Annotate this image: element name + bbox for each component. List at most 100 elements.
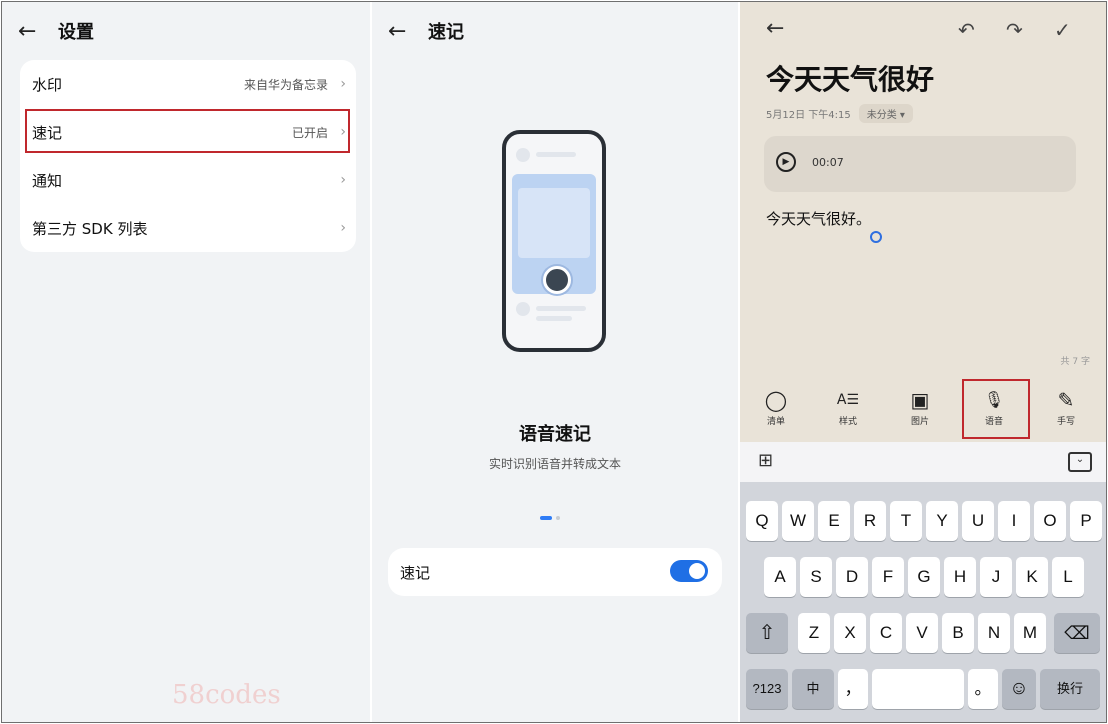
- voice-highlight-box: [962, 379, 1030, 439]
- keyboard-toolbar: ⊞ ⌄: [740, 442, 1106, 482]
- note-body[interactable]: 今天天气很好。: [766, 208, 871, 229]
- page-dot: [556, 516, 560, 520]
- settings-row-notification[interactable]: 通知 ›: [20, 156, 356, 204]
- quicknote-title: 速记: [428, 22, 464, 43]
- key-b[interactable]: B: [942, 613, 974, 653]
- image-icon: ▣: [910, 388, 930, 412]
- feature-title: 语音速记: [519, 424, 591, 445]
- key-r[interactable]: R: [854, 501, 886, 541]
- key-p[interactable]: P: [1070, 501, 1102, 541]
- quicknote-panel: ← 速记 语音速记 实时识别语音并转成文本 速记: [372, 2, 738, 722]
- key-u[interactable]: U: [962, 501, 994, 541]
- key-j[interactable]: J: [980, 557, 1012, 597]
- key-i[interactable]: I: [998, 501, 1030, 541]
- settings-header: ← 设置: [18, 16, 94, 46]
- undo-icon[interactable]: ↶: [958, 18, 975, 42]
- note-meta: 5月12日 下午4:15 未分类 ▾: [766, 104, 913, 123]
- language-key[interactable]: 中: [792, 669, 834, 709]
- note-date: 5月12日 下午4:15: [766, 110, 851, 121]
- note-title[interactable]: 今天天气很好: [766, 58, 934, 98]
- category-dropdown[interactable]: 未分类 ▾: [858, 104, 913, 123]
- record-button-icon: [543, 266, 571, 294]
- tool-label: 清单: [766, 417, 785, 427]
- editor-toolbar: ◯ 清单 A☰ 样式 ▣ 图片 🎙 语音 ✎ 手写: [740, 386, 1106, 438]
- redo-icon[interactable]: ↷: [1006, 18, 1023, 42]
- back-arrow-icon[interactable]: ←: [388, 19, 422, 44]
- key-o[interactable]: O: [1034, 501, 1066, 541]
- page-indicator: [540, 516, 560, 520]
- audio-duration: 00:07: [812, 156, 844, 169]
- settings-row-sdk-list[interactable]: 第三方 SDK 列表 ›: [20, 204, 356, 252]
- key-s[interactable]: S: [800, 557, 832, 597]
- key-a[interactable]: A: [764, 557, 796, 597]
- pen-icon: ✎: [1057, 388, 1075, 412]
- delete-key[interactable]: ⌫: [1054, 613, 1100, 653]
- key-d[interactable]: D: [836, 557, 868, 597]
- enter-key[interactable]: 换行: [1040, 669, 1100, 709]
- row-value: 来自华为备忘录: [243, 77, 328, 92]
- screenshot-frame: ← 设置 水印 来自华为备忘录 › 速记 已开启 › 通知 › 第三方 SDK …: [1, 1, 1107, 723]
- key-y[interactable]: Y: [926, 501, 958, 541]
- chevron-right-icon: ›: [340, 220, 346, 236]
- grid-icon[interactable]: ⊞: [758, 450, 773, 471]
- key-l[interactable]: L: [1052, 557, 1084, 597]
- row-label: 第三方 SDK 列表: [32, 219, 148, 238]
- row-label: 通知: [32, 171, 63, 190]
- word-count: 共 7 字: [1060, 357, 1090, 367]
- image-button[interactable]: ▣ 图片: [892, 386, 948, 438]
- quicknote-highlight-box: [25, 109, 350, 153]
- numbers-key[interactable]: ?123: [746, 669, 788, 709]
- emoji-key[interactable]: ☺: [1002, 669, 1036, 709]
- key-c[interactable]: C: [870, 613, 902, 653]
- settings-row-watermark[interactable]: 水印 来自华为备忘录 ›: [20, 60, 356, 108]
- key-n[interactable]: N: [978, 613, 1010, 653]
- play-icon[interactable]: ▶: [776, 152, 796, 172]
- key-h[interactable]: H: [944, 557, 976, 597]
- key-g[interactable]: G: [908, 557, 940, 597]
- key-q[interactable]: Q: [746, 501, 778, 541]
- toggle-label: 速记: [400, 564, 431, 582]
- key-k[interactable]: K: [1016, 557, 1048, 597]
- editor-topbar: ← ↶ ↷ ✓: [740, 16, 1106, 46]
- quicknote-header: ← 速记: [388, 16, 464, 46]
- key-t[interactable]: T: [890, 501, 922, 541]
- audio-clip[interactable]: ▶ 00:07: [764, 136, 1076, 192]
- style-button[interactable]: A☰ 样式: [820, 386, 876, 438]
- handwriting-button[interactable]: ✎ 手写: [1038, 386, 1094, 438]
- chevron-right-icon: ›: [340, 76, 346, 92]
- quicknote-toggle-row: 速记: [388, 548, 722, 596]
- collapse-keyboard-icon[interactable]: ⌄: [1068, 452, 1092, 472]
- key-x[interactable]: X: [834, 613, 866, 653]
- tool-label: 手写: [1056, 417, 1075, 427]
- back-arrow-icon[interactable]: ←: [766, 16, 784, 41]
- chevron-right-icon: ›: [340, 172, 346, 188]
- toggle-knob: [689, 563, 705, 579]
- key-z[interactable]: Z: [798, 613, 830, 653]
- tool-label: 样式: [838, 417, 857, 427]
- period-key[interactable]: 。: [968, 669, 998, 709]
- back-arrow-icon[interactable]: ←: [18, 19, 52, 44]
- feature-subtitle: 实时识别语音并转成文本: [488, 457, 621, 471]
- text-cursor-handle[interactable]: [870, 231, 882, 243]
- space-key[interactable]: [872, 669, 964, 709]
- checklist-icon: ◯: [764, 388, 788, 412]
- key-w[interactable]: W: [782, 501, 814, 541]
- text-style-icon: A☰: [836, 392, 860, 408]
- row-label: 水印: [32, 75, 63, 94]
- watermark: 58codes: [172, 680, 281, 710]
- settings-card: 水印 来自华为备忘录 › 速记 已开启 › 通知 › 第三方 SDK 列表 ›: [20, 60, 356, 252]
- illustration-card-inner: [518, 188, 590, 258]
- phone-illustration: [502, 130, 606, 352]
- keyboard: ⊞ ⌄ QWERTYUIOP ASDFGHJKL ZXCVBNM ⇧ ⌫ ?12…: [740, 442, 1106, 722]
- comma-key[interactable]: ，: [838, 669, 868, 709]
- checklist-button[interactable]: ◯ 清单: [748, 386, 804, 438]
- key-m[interactable]: M: [1014, 613, 1046, 653]
- check-icon[interactable]: ✓: [1054, 18, 1071, 42]
- settings-title: 设置: [58, 22, 94, 43]
- key-e[interactable]: E: [818, 501, 850, 541]
- key-v[interactable]: V: [906, 613, 938, 653]
- key-f[interactable]: F: [872, 557, 904, 597]
- quicknote-toggle-switch[interactable]: [670, 560, 708, 582]
- shift-key[interactable]: ⇧: [746, 613, 788, 653]
- settings-panel: ← 设置 水印 来自华为备忘录 › 速记 已开启 › 通知 › 第三方 SDK …: [2, 2, 370, 722]
